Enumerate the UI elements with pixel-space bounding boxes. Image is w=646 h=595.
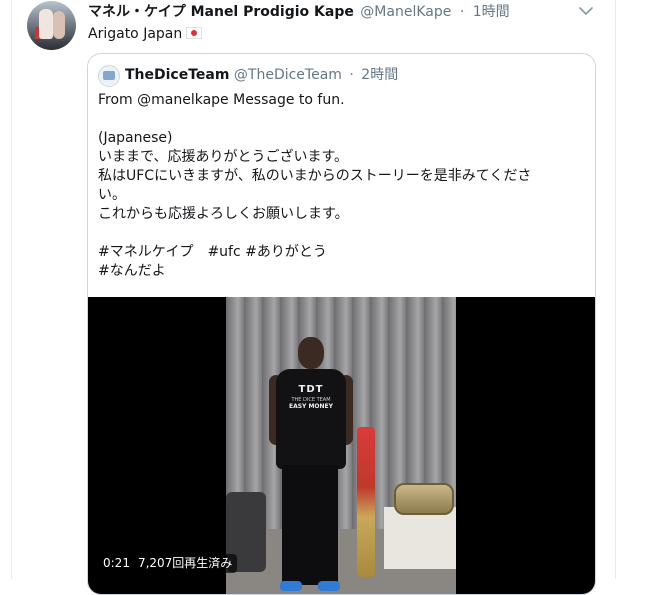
quoted-tweet-card[interactable]: TheDiceTeam @TheDiceTeam · 2時間 From @man… bbox=[87, 53, 596, 595]
championship-belt bbox=[394, 483, 454, 515]
tweet-text-content: Arigato Japan bbox=[88, 26, 183, 42]
person-legs bbox=[282, 465, 338, 585]
timeline-right-border bbox=[615, 0, 616, 579]
quoted-tweet-header: TheDiceTeam @TheDiceTeam · 2時間 bbox=[125, 66, 398, 84]
video-table bbox=[384, 507, 456, 569]
quoted-hashtags-line[interactable]: #マネルケイプ #ufc #ありがとう bbox=[98, 243, 583, 262]
author-avatar[interactable] bbox=[27, 1, 76, 50]
video-player[interactable]: TDT THE DICE TEAM EASY MONEY 0:21 7,207回再… bbox=[88, 297, 595, 594]
tweet-header: マネル・ケイプ Manel Prodigio Kape @ManelKape ·… bbox=[88, 2, 510, 22]
quoted-tweet-text: From @manelkape Message to fun. (Japanes… bbox=[98, 91, 583, 281]
avatar-figure-2 bbox=[53, 11, 65, 39]
chevron-down-icon[interactable] bbox=[578, 4, 594, 18]
person-head bbox=[298, 337, 324, 369]
tweet-text: Arigato Japan bbox=[88, 25, 203, 43]
quoted-author-handle[interactable]: @TheDiceTeam bbox=[234, 67, 342, 83]
person-shoe bbox=[318, 581, 340, 591]
quoted-text-line: これからも応援よろしくお願いします。 bbox=[98, 206, 349, 222]
japan-flag-icon bbox=[186, 27, 203, 39]
quoted-author-avatar[interactable] bbox=[98, 65, 120, 87]
video-frame: TDT THE DICE TEAM EASY MONEY bbox=[226, 297, 456, 594]
quoted-text-line: From @manelkape Message to fun. bbox=[98, 92, 345, 108]
quoted-tweet-timestamp[interactable]: 2時間 bbox=[361, 67, 398, 83]
quoted-hashtags-line[interactable]: #なんだよ bbox=[98, 262, 583, 281]
shirt-line: EASY MONEY bbox=[288, 403, 334, 410]
avatar-figure bbox=[39, 9, 53, 39]
video-info-badge: 0:21 7,207回再生済み bbox=[98, 554, 238, 573]
person-shoe bbox=[280, 581, 302, 591]
quoted-text-line bbox=[98, 224, 583, 243]
author-handle[interactable]: @ManelKape bbox=[360, 4, 451, 20]
header-separator: · bbox=[459, 4, 465, 20]
quoted-author-name[interactable]: TheDiceTeam bbox=[125, 67, 229, 83]
timeline-left-border bbox=[11, 0, 12, 579]
quoted-header-separator: · bbox=[349, 67, 354, 83]
quoted-text-line: い。 bbox=[98, 187, 126, 203]
shirt-logo: TDT bbox=[298, 384, 324, 395]
video-view-count: 7,207回再生済み bbox=[137, 556, 233, 570]
quoted-text-line: 私はUFCにいきますが、私のいまからのストーリーを是非みてくださ bbox=[98, 168, 532, 184]
author-name[interactable]: マネル・ケイプ Manel Prodigio Kape bbox=[88, 4, 354, 20]
video-duration: 0:21 bbox=[103, 556, 130, 570]
quoted-text-line: (Japanese) bbox=[98, 130, 173, 146]
quoted-text-line bbox=[98, 110, 583, 129]
quoted-text-line: いままで、応援ありがとうございます。 bbox=[98, 149, 349, 165]
trophy bbox=[357, 427, 375, 577]
tweet-timestamp[interactable]: 1時間 bbox=[473, 4, 510, 20]
